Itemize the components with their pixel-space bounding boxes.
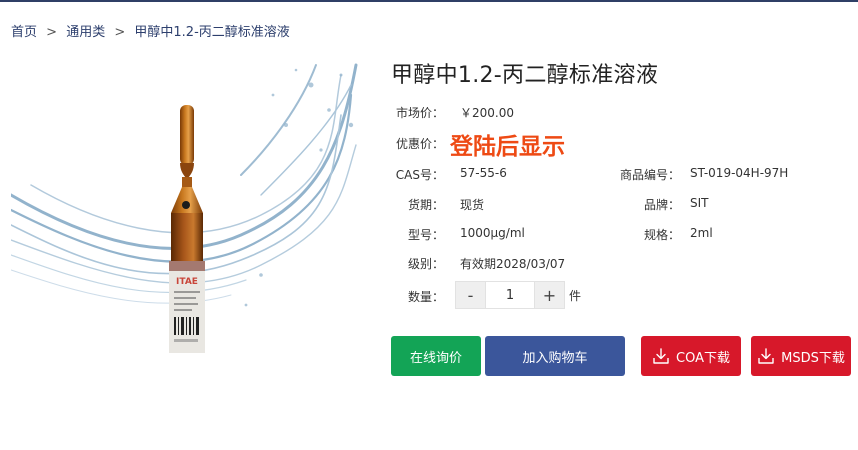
grade-value: 有效期2028/03/07 — [460, 257, 566, 271]
msds-download-label: MSDS下载 — [781, 350, 845, 366]
breadcrumb: 首页 > 通用类 > 甲醇中1.2-丙二醇标准溶液 — [11, 21, 290, 40]
breadcrumb-home-link[interactable]: 首页 — [11, 25, 37, 40]
coa-download-label: COA下载 — [676, 350, 730, 366]
breadcrumb-separator: > — [46, 25, 58, 40]
market-price-label: 市场价： — [395, 106, 444, 120]
market-price-value: ￥200.00 — [460, 106, 514, 120]
svg-text:ITAE: ITAE — [176, 277, 198, 287]
product-illustration: ITAE — [11, 63, 358, 353]
stock-value: 现货 — [460, 198, 485, 212]
quantity-input[interactable] — [485, 282, 535, 308]
quantity-increase-button[interactable]: + — [535, 282, 564, 308]
online-inquiry-label: 在线询价 — [409, 350, 462, 366]
add-to-cart-label: 加入购物车 — [522, 350, 588, 366]
breadcrumb-category-link[interactable]: 通用类 — [66, 25, 105, 40]
quantity-label: 数量： — [407, 290, 444, 304]
cas-label: CAS号： — [395, 168, 444, 182]
quantity-stepper: - + — [455, 281, 565, 309]
grade-label: 级别： — [407, 257, 444, 271]
spec-label: 规格： — [643, 228, 680, 242]
quantity-decrease-button[interactable]: - — [456, 282, 485, 308]
breadcrumb-current[interactable]: 甲醇中1.2-丙二醇标准溶液 — [134, 25, 289, 40]
promo-login-text[interactable]: 登陆后显示 — [450, 127, 565, 161]
promo-price-label: 优惠价： — [395, 137, 444, 151]
online-inquiry-button[interactable]: 在线询价 — [391, 336, 481, 376]
download-icon — [758, 348, 774, 364]
product-title: 甲醇中1.2-丙二醇标准溶液 — [391, 63, 659, 88]
add-to-cart-button[interactable]: 加入购物车 — [485, 336, 625, 376]
product-image: ITAE — [11, 55, 363, 355]
breadcrumb-separator: > — [114, 25, 126, 40]
download-icon — [653, 348, 669, 364]
stock-label: 货期： — [407, 198, 444, 212]
model-value: 1000μg/ml — [460, 226, 525, 240]
spec-value: 2ml — [690, 226, 713, 240]
brand-label: 品牌： — [643, 198, 680, 212]
quantity-unit: 件 — [569, 289, 582, 303]
cas-value: 57-55-6 — [460, 166, 507, 180]
brand-value: SIT — [690, 196, 709, 210]
model-label: 型号： — [407, 228, 444, 242]
top-divider — [0, 0, 858, 2]
msds-download-button[interactable]: MSDS下载 — [751, 336, 851, 376]
product-code-value: ST-019-04H-97H — [690, 166, 789, 180]
coa-download-button[interactable]: COA下载 — [641, 336, 741, 376]
product-code-label: 商品编号： — [619, 168, 680, 182]
